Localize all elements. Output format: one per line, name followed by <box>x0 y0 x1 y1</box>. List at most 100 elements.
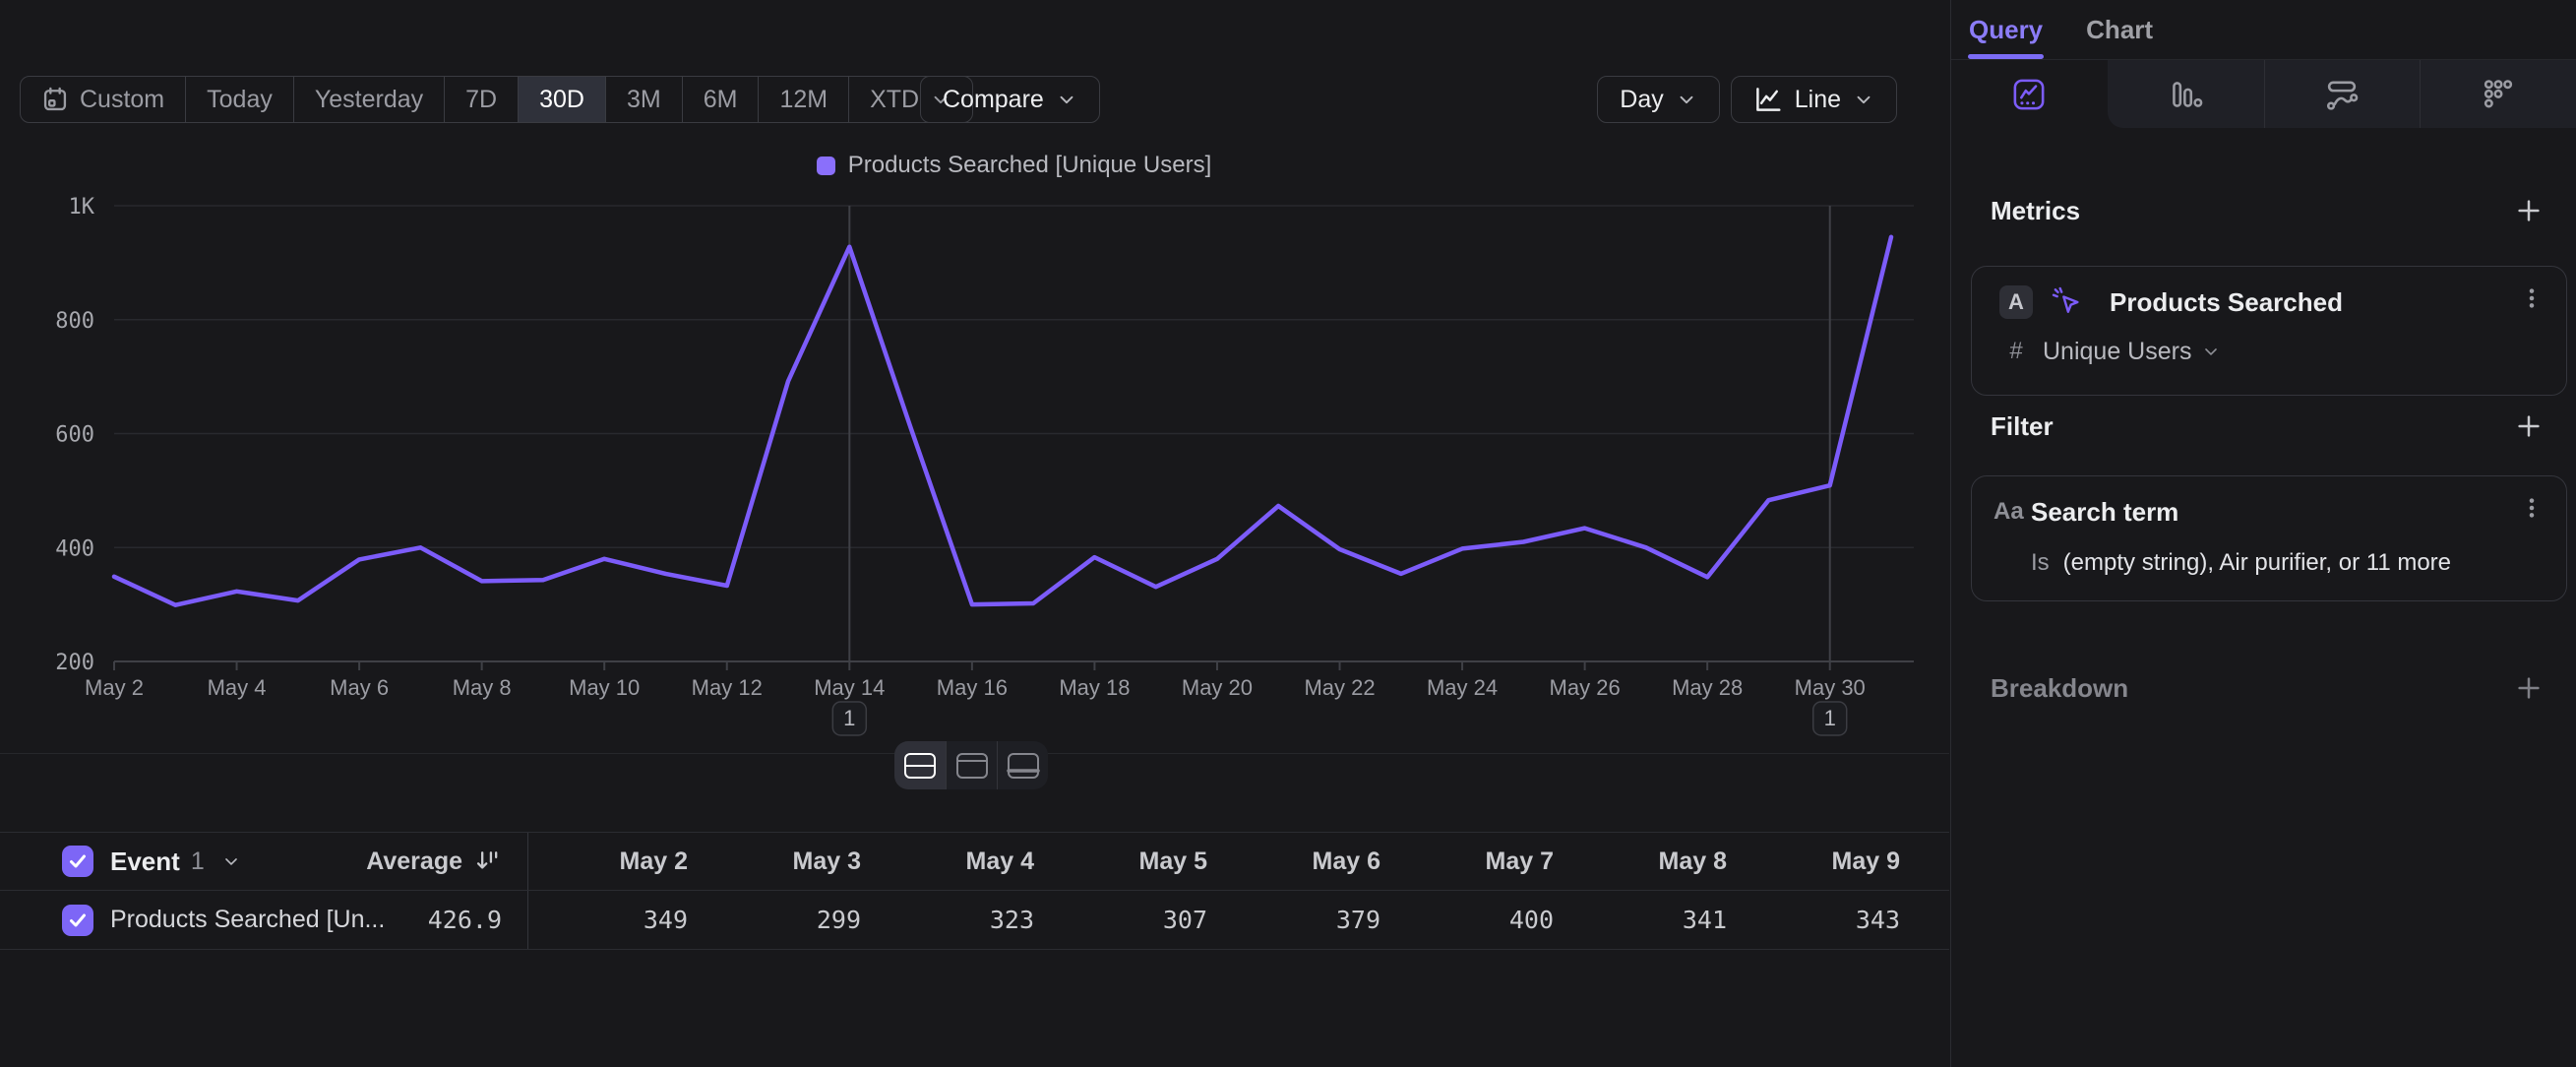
annotation-badge-label: 1 <box>843 706 855 730</box>
select-all-checkbox[interactable] <box>62 846 93 877</box>
report-type-tabs <box>1951 60 2576 128</box>
column-header-may-6[interactable]: May 6 <box>1221 847 1394 876</box>
compare-button[interactable]: Compare <box>920 76 1100 123</box>
y-axis-label: 400 <box>55 536 94 561</box>
checkmark-icon <box>66 909 90 932</box>
chevron-down-icon <box>2201 342 2221 361</box>
range-label: 30D <box>539 86 584 114</box>
filter-condition-row[interactable]: Is (empty string), Air purifier, or 11 m… <box>1993 543 2543 583</box>
filter-title: Filter <box>1991 411 2054 442</box>
x-axis-label: May 8 <box>453 675 512 700</box>
column-header-may-2[interactable]: May 2 <box>528 847 702 876</box>
panel-layout-toggle <box>894 741 1048 789</box>
event-column-label: Event <box>110 847 180 877</box>
range-today[interactable]: Today <box>186 77 294 122</box>
granularity-label: Day <box>1620 86 1663 114</box>
metric-measure-row[interactable]: # Unique Users <box>1999 332 2543 371</box>
kebab-icon <box>2519 495 2545 521</box>
chevron-down-icon[interactable] <box>221 851 241 871</box>
x-axis-label: May 26 <box>1550 675 1621 700</box>
x-axis-label: May 16 <box>937 675 1008 700</box>
column-header-may-7[interactable]: May 7 <box>1394 847 1567 876</box>
metric-card[interactable]: A Products Searched # Unique Users <box>1971 266 2567 396</box>
x-axis-label: May 10 <box>569 675 640 700</box>
report-tab-retention[interactable] <box>2420 60 2576 128</box>
split-view-icon <box>903 749 937 783</box>
chevron-down-icon <box>1853 89 1874 110</box>
calendar-icon <box>41 86 69 113</box>
bottom-panel-view-button[interactable] <box>997 741 1048 789</box>
table-row: Products Searched [Un... 426.9 349299323… <box>0 891 1949 950</box>
cell-value: 400 <box>1394 906 1567 934</box>
report-canvas: Custom Today Yesterday 7D 30D 3M 6M 12M XTD Comp… <box>0 0 1949 1067</box>
x-axis-label: May 22 <box>1304 675 1375 700</box>
measure-label: Unique Users <box>2043 338 2191 366</box>
metric-options-button[interactable] <box>2519 285 2545 311</box>
events-table: Event 1 Average May 2May 3May 4May 5May … <box>0 832 1949 950</box>
y-axis-label: 1K <box>69 195 95 220</box>
column-header-may-8[interactable]: May 8 <box>1567 847 1741 876</box>
series-line-products-searched[interactable] <box>114 237 1891 605</box>
line-chart[interactable]: 2004006008001KMay 2May 4May 6May 8May 10… <box>0 138 1949 753</box>
tab-chart[interactable]: Chart <box>2086 0 2153 59</box>
chevron-down-icon <box>1056 89 1077 110</box>
range-7d[interactable]: 7D <box>445 77 519 122</box>
range-6m[interactable]: 6M <box>683 77 760 122</box>
range-label: Today <box>207 86 273 114</box>
split-view-button[interactable] <box>894 741 946 789</box>
chart-type-button[interactable]: Line <box>1731 76 1897 123</box>
x-axis-label: May 2 <box>85 675 144 700</box>
range-30d[interactable]: 30D <box>519 77 606 122</box>
cell-value: 349 <box>528 906 702 934</box>
range-custom[interactable]: Custom <box>21 77 186 122</box>
x-axis-label: May 6 <box>330 675 389 700</box>
y-axis-label: 800 <box>55 309 94 334</box>
x-axis-label: May 12 <box>692 675 763 700</box>
granularity-button[interactable]: Day <box>1597 76 1719 123</box>
event-pointer-icon <box>2051 285 2084 319</box>
filter-options-button[interactable] <box>2519 495 2545 521</box>
column-header-may-5[interactable]: May 5 <box>1048 847 1221 876</box>
range-label: Yesterday <box>315 86 423 114</box>
column-header-may-4[interactable]: May 4 <box>875 847 1048 876</box>
cell-value: 299 <box>702 906 875 934</box>
x-axis-label: May 18 <box>1059 675 1130 700</box>
kebab-icon <box>2519 285 2545 311</box>
metrics-section-header: Metrics <box>1951 193 2576 228</box>
average-column-header[interactable]: Average <box>366 847 502 876</box>
plus-icon <box>2514 673 2544 703</box>
breakdown-section-header: Breakdown <box>1951 670 2576 706</box>
add-breakdown-button[interactable] <box>2514 673 2544 703</box>
event-pointer-icon <box>2051 285 2084 319</box>
add-metric-button[interactable] <box>2514 196 2544 225</box>
range-3m[interactable]: 3M <box>606 77 683 122</box>
sidebar-tabs: Query Chart <box>1951 0 2576 60</box>
column-header-may-3[interactable]: May 3 <box>702 847 875 876</box>
report-tab-insights[interactable] <box>1951 60 2108 128</box>
range-12m[interactable]: 12M <box>759 77 849 122</box>
range-label: 3M <box>627 86 661 114</box>
report-tab-bar-chart[interactable] <box>2108 60 2264 128</box>
line-chart-icon <box>1753 85 1783 114</box>
chart-type-label: Line <box>1795 86 1841 114</box>
chevron-down-icon <box>1056 89 1077 110</box>
column-header-may-9[interactable]: May 9 <box>1741 847 1914 876</box>
x-axis-label: May 24 <box>1427 675 1498 700</box>
range-label: Custom <box>80 86 164 114</box>
table-row-main-cell: Products Searched [Un... 426.9 <box>0 891 528 949</box>
filter-card[interactable]: Aa Search term Is (empty string), Air pu… <box>1971 475 2567 601</box>
flows-icon <box>2324 77 2360 112</box>
cell-value: 323 <box>875 906 1048 934</box>
range-label: XTD <box>870 86 919 114</box>
range-yesterday[interactable]: Yesterday <box>294 77 445 122</box>
report-tab-flows[interactable] <box>2264 60 2421 128</box>
line-chart-icon <box>1753 85 1783 114</box>
y-axis-label: 200 <box>55 651 94 675</box>
add-filter-button[interactable] <box>2514 411 2544 441</box>
filter-section-header: Filter <box>1951 408 2576 444</box>
cell-value: 379 <box>1221 906 1394 934</box>
range-label: 12M <box>779 86 828 114</box>
tab-query[interactable]: Query <box>1969 0 2043 59</box>
row-checkbox[interactable] <box>62 905 93 936</box>
top-panel-view-button[interactable] <box>946 741 997 789</box>
